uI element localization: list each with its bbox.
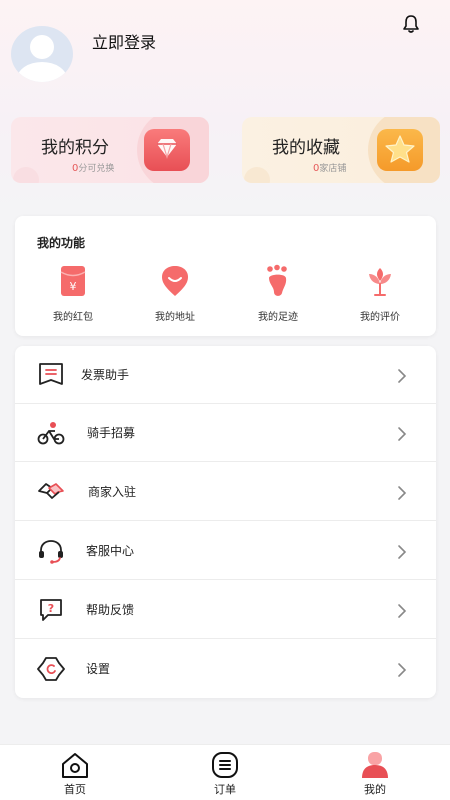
function-label: 我的地址: [155, 312, 195, 323]
tab-home[interactable]: 首页: [45, 745, 105, 800]
menu-label: 客服中心: [86, 544, 135, 558]
functions-title: 我的功能: [37, 236, 86, 250]
menu-item-settings[interactable]: 设置: [15, 640, 436, 698]
tab-label: 我的: [364, 783, 386, 796]
function-label: 我的足迹: [258, 312, 298, 323]
svg-text:¥: ¥: [70, 280, 77, 293]
card-decoration-dot: [244, 167, 270, 183]
invoice-icon: [39, 363, 63, 385]
menu-label: 设置: [86, 662, 111, 676]
favorites-title: 我的收藏: [272, 138, 340, 158]
star-icon: [377, 129, 423, 171]
menu-item-help[interactable]: ? 帮助反馈: [15, 581, 436, 639]
chevron-right-icon: [398, 486, 407, 500]
functions-card: 我的功能 ¥ 我的红包 我的地址 我的足迹 我的评价: [15, 216, 436, 336]
bell-icon[interactable]: [402, 14, 420, 34]
footprint-icon: [267, 264, 287, 296]
favorites-card[interactable]: 我的收藏 0家店铺: [242, 117, 440, 183]
bottom-tab-bar: 首页 订单 我的: [0, 744, 450, 800]
tab-orders[interactable]: 订单: [195, 745, 255, 800]
favorites-unit: 家店铺: [319, 164, 347, 174]
profile-icon: [362, 752, 388, 778]
menu-item-invoice[interactable]: 发票助手: [15, 346, 436, 404]
points-unit: 分可兑换: [78, 164, 115, 174]
handshake-icon: [38, 483, 64, 499]
function-label: 我的评价: [360, 312, 400, 323]
avatar-head: [30, 35, 54, 59]
order-icon: [212, 752, 238, 778]
headset-icon: [39, 540, 63, 564]
chevron-right-icon: [398, 604, 407, 618]
function-item-footprint[interactable]: 我的足迹: [243, 264, 313, 324]
menu-label: 发票助手: [81, 368, 130, 382]
chevron-right-icon: [398, 663, 407, 677]
svg-text:?: ?: [48, 602, 54, 615]
gem-icon: [144, 129, 190, 171]
points-card[interactable]: 我的积分 0分可兑换: [11, 117, 209, 183]
menu-item-rider[interactable]: 骑手招募: [15, 404, 436, 462]
menu-label: 骑手招募: [87, 426, 136, 440]
review-icon: [369, 268, 391, 296]
chevron-right-icon: [398, 545, 407, 559]
avatar[interactable]: [11, 26, 73, 82]
card-decoration-dot: [13, 167, 39, 183]
chevron-right-icon: [398, 369, 407, 383]
menu-label: 商家入驻: [88, 485, 137, 499]
red-packet-icon: ¥: [60, 266, 86, 296]
address-icon: [162, 266, 188, 296]
tab-label: 首页: [64, 783, 86, 796]
home-icon: [62, 753, 88, 778]
function-item-red-packet[interactable]: ¥ 我的红包: [38, 264, 108, 324]
help-icon: ?: [40, 599, 62, 621]
menu-label: 帮助反馈: [86, 603, 135, 617]
function-item-address[interactable]: 我的地址: [140, 264, 210, 324]
settings-icon: [37, 657, 65, 681]
login-button[interactable]: 立即登录: [92, 29, 156, 53]
rider-icon: [37, 422, 65, 445]
tab-profile[interactable]: 我的: [345, 745, 405, 800]
profile-header: 立即登录: [0, 0, 450, 110]
menu-list: 发票助手 骑手招募 商家入驻 客服中心 ? 帮助反馈 设置: [15, 346, 436, 698]
function-item-review[interactable]: 我的评价: [345, 264, 415, 324]
menu-item-merchant[interactable]: 商家入驻: [15, 463, 436, 521]
menu-item-service[interactable]: 客服中心: [15, 522, 436, 580]
points-title: 我的积分: [41, 138, 109, 158]
function-label: 我的红包: [53, 312, 93, 323]
chevron-right-icon: [398, 427, 407, 441]
favorites-subtitle: 0家店铺: [313, 161, 346, 174]
tab-label: 订单: [214, 783, 236, 796]
avatar-body: [17, 62, 67, 82]
points-subtitle: 0分可兑换: [72, 161, 114, 174]
